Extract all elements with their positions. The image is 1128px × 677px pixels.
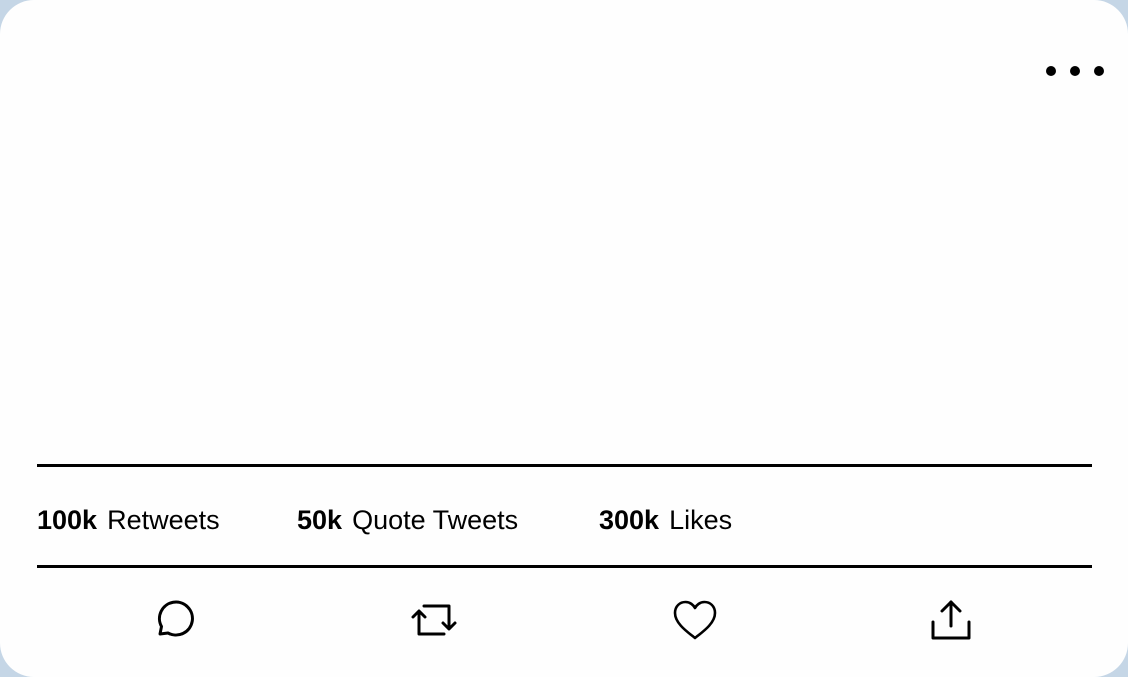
reply-icon (158, 600, 194, 637)
likes-count: 300k (599, 504, 660, 535)
more-dot-icon (1070, 66, 1080, 76)
retweet-button[interactable] (404, 590, 464, 650)
engagement-stats: 100k Retweets 50k Quote Tweets 300k Like… (37, 500, 732, 540)
like-button[interactable] (665, 590, 725, 650)
likes-stat[interactable]: 300k Likes (599, 505, 732, 536)
quote-tweets-stat[interactable]: 50k Quote Tweets (297, 505, 599, 536)
share-icon (931, 600, 971, 640)
quote-tweets-label: Quote Tweets (352, 504, 519, 535)
quote-tweets-count: 50k (297, 504, 343, 535)
more-dot-icon (1046, 66, 1056, 76)
retweet-icon (411, 604, 457, 636)
stats-top-divider (37, 464, 1092, 467)
retweets-label: Retweets (107, 504, 220, 535)
action-bar (37, 590, 1092, 650)
more-dot-icon (1094, 66, 1104, 76)
reply-button[interactable] (142, 590, 202, 650)
retweets-count: 100k (37, 504, 98, 535)
likes-label: Likes (669, 504, 733, 535)
like-icon (673, 600, 717, 640)
more-options-button[interactable] (1046, 60, 1104, 82)
stats-bottom-divider (37, 565, 1092, 568)
retweets-stat[interactable]: 100k Retweets (37, 505, 297, 536)
share-button[interactable] (921, 590, 981, 650)
tweet-card: 100k Retweets 50k Quote Tweets 300k Like… (0, 0, 1128, 677)
